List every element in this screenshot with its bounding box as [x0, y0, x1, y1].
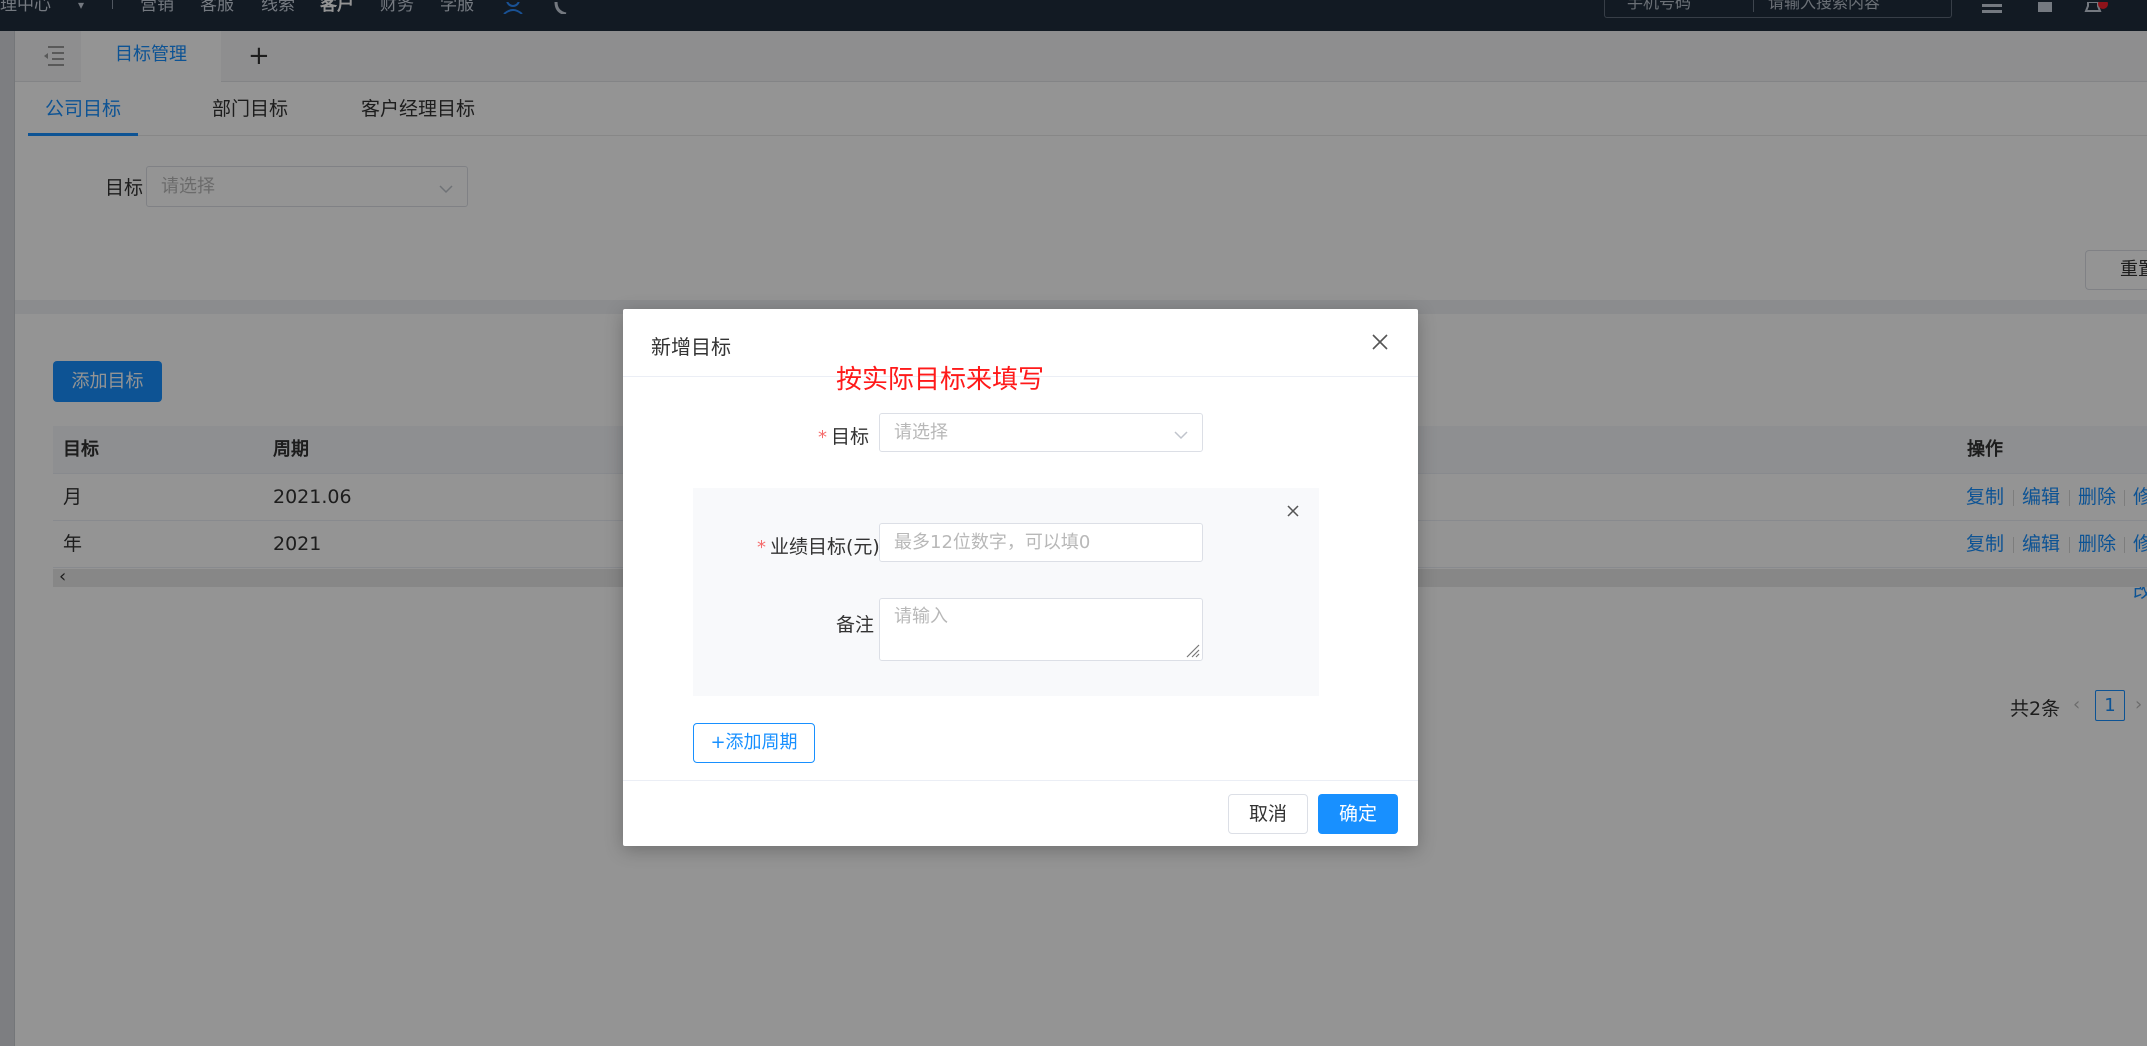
amount-field-label-text: 业绩目标(元) — [770, 536, 880, 558]
remove-period-icon[interactable] — [1286, 502, 1300, 517]
add-target-dialog: 新增目标 按实际目标来填写 * 目标 请选择 * 业绩目标(元) 最多12位数字，可… — [623, 309, 1418, 846]
target-field-label-text: 目标 — [831, 426, 870, 448]
amount-input[interactable]: 最多12位数字，可以填0 — [879, 523, 1203, 562]
period-section — [693, 488, 1319, 696]
confirm-button[interactable]: 确定 — [1318, 794, 1398, 834]
dialog-footer: 取消 确定 — [623, 780, 1418, 846]
amount-input-placeholder: 最多12位数字，可以填0 — [894, 532, 1091, 553]
required-mark: * — [757, 537, 766, 558]
close-icon[interactable] — [1371, 333, 1389, 351]
cancel-button[interactable]: 取消 — [1228, 794, 1308, 834]
add-period-button[interactable]: +添加周期 — [693, 723, 815, 763]
target-field-label: * 目标 — [818, 422, 869, 449]
target-select-placeholder: 请选择 — [894, 422, 948, 443]
note-field-label: 备注 — [836, 614, 875, 636]
dialog-title: 新增目标 — [651, 335, 731, 359]
required-mark: * — [818, 427, 827, 448]
note-textarea-placeholder: 请输入 — [894, 606, 948, 627]
resize-grip-icon[interactable] — [1184, 642, 1200, 658]
fill-hint-annotation: 按实际目标来填写 — [836, 365, 1045, 395]
amount-field-label: * 业绩目标(元) — [757, 532, 880, 559]
chevron-down-icon — [1174, 426, 1188, 440]
target-select[interactable]: 请选择 — [879, 413, 1203, 452]
note-textarea[interactable]: 请输入 — [879, 598, 1203, 661]
